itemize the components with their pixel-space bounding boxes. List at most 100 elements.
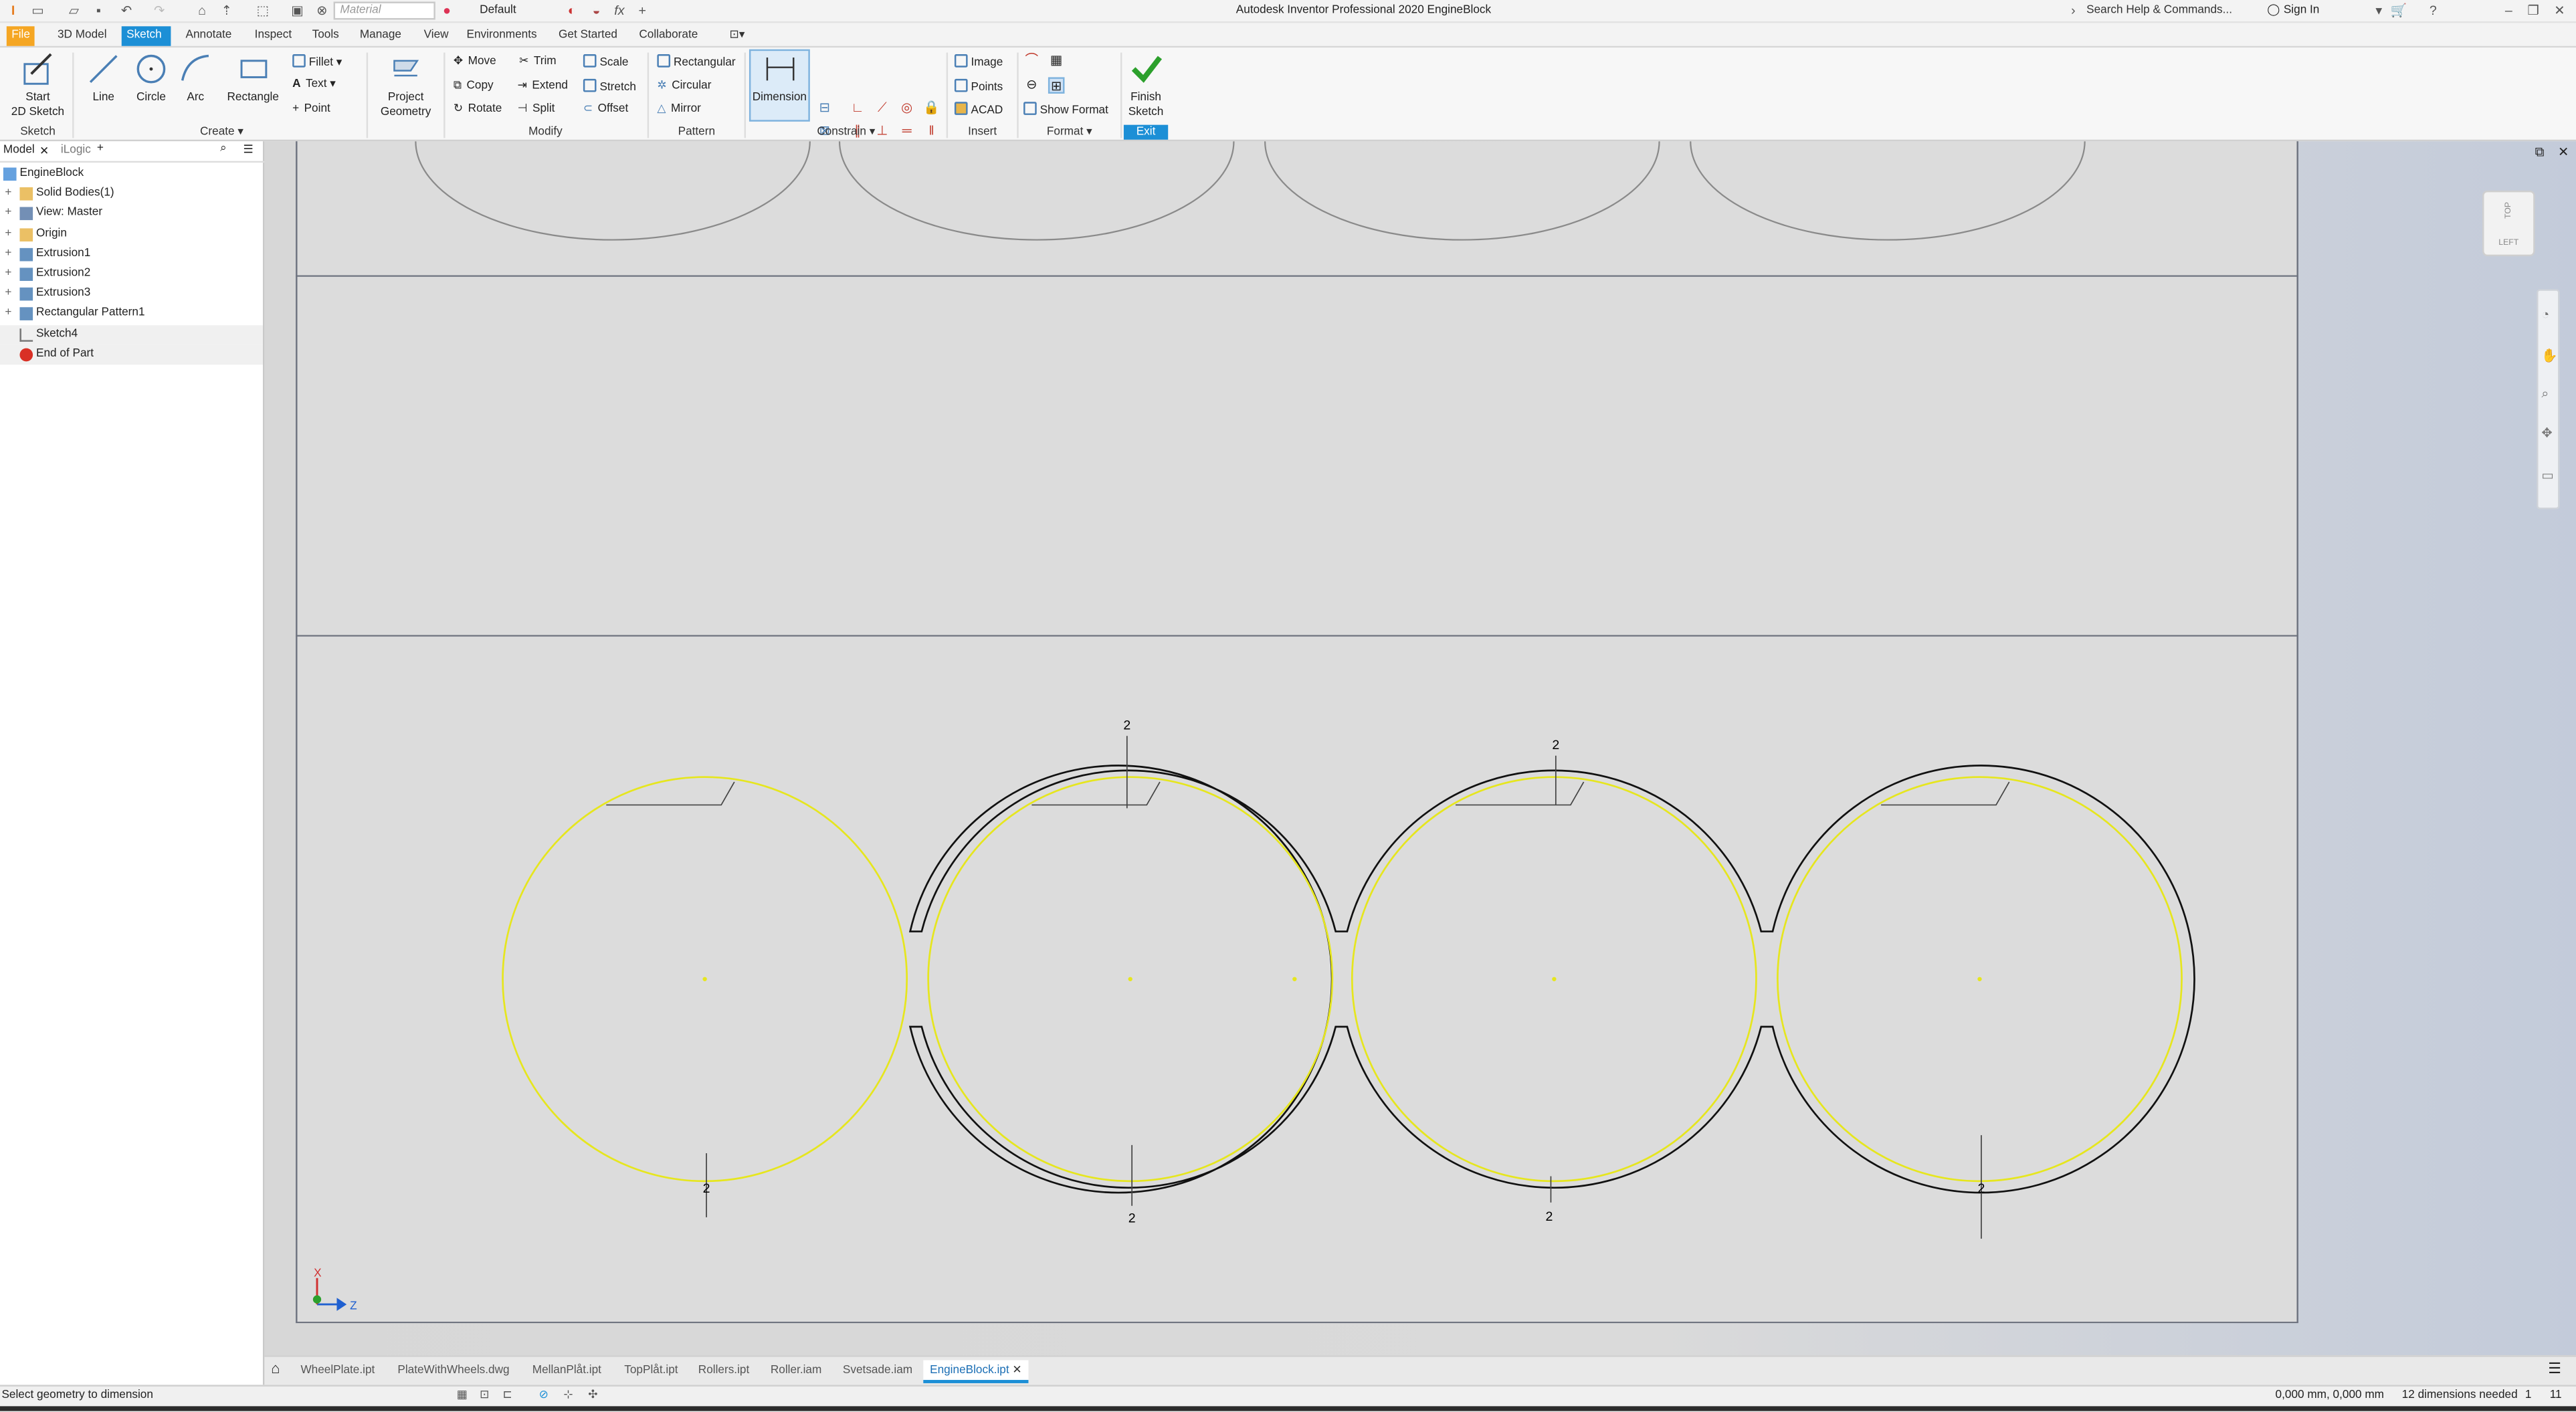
tab-tools[interactable]: Tools: [307, 26, 344, 45]
graphics-window[interactable]: 2 2 2 2 2 2 X Z TOP LEFT ⧉ ✕ ◔ ✋ ⌕ ✥ ▭: [264, 141, 2576, 1356]
clear-icon[interactable]: ⊗: [314, 3, 330, 18]
group-label-format[interactable]: Format ▾: [1022, 125, 1117, 140]
steering-wheel-icon[interactable]: ◔: [2541, 307, 2549, 322]
tree-item[interactable]: + Extrusion3: [0, 284, 263, 304]
add-tab-icon[interactable]: +: [97, 143, 104, 155]
measure-icon[interactable]: ▣: [289, 3, 306, 18]
fillet-button[interactable]: Fillet ▾: [292, 54, 342, 71]
grid-icon[interactable]: ▦: [457, 1387, 468, 1406]
persist-icon[interactable]: ⊹: [563, 1387, 573, 1406]
tab-view[interactable]: View: [419, 26, 454, 45]
close-icon[interactable]: ✕: [2551, 3, 2568, 18]
snap-icon[interactable]: ⊡: [480, 1387, 489, 1406]
parameters-icon[interactable]: fx: [611, 3, 628, 18]
close-icon[interactable]: ✕: [39, 144, 49, 158]
doc-tab-active[interactable]: EngineBlock.ipt ✕: [923, 1360, 1029, 1383]
search-input[interactable]: Search Help & Commands...: [2073, 1, 2250, 19]
chevron-down-icon[interactable]: ▾: [2371, 3, 2387, 18]
start-2d-sketch-button[interactable]: Start 2D Sketch: [10, 51, 66, 120]
doc-tab[interactable]: WheelPlate.ipt: [294, 1360, 382, 1383]
expand-icon[interactable]: +: [5, 244, 11, 264]
points-button[interactable]: Points: [954, 78, 1003, 96]
doc-tab[interactable]: Svetsade.iam: [836, 1360, 919, 1383]
dimension-button[interactable]: Dimension: [749, 49, 810, 122]
tree-item[interactable]: + Solid Bodies(1): [0, 185, 263, 204]
zoom-icon[interactable]: ⌕: [2541, 386, 2549, 403]
rectangle-button[interactable]: Rectangle: [223, 51, 282, 105]
tab-manage[interactable]: Manage: [355, 26, 406, 45]
cart-icon[interactable]: 🛒: [2390, 3, 2407, 18]
tab-annotate[interactable]: Annotate: [181, 26, 237, 45]
image-button[interactable]: Image: [954, 54, 1003, 71]
tab-inspect[interactable]: Inspect: [250, 26, 296, 45]
tree-item[interactable]: + Extrusion1: [0, 244, 263, 264]
expand-icon[interactable]: +: [5, 185, 11, 204]
doc-tab[interactable]: Roller.iam: [764, 1360, 828, 1383]
constraint-inference-icon[interactable]: ⊘: [539, 1387, 549, 1406]
doc-tab[interactable]: PlateWithWheels.dwg: [391, 1360, 516, 1383]
minimize-icon[interactable]: –: [2500, 3, 2517, 18]
expand-icon[interactable]: +: [5, 264, 11, 284]
home-icon[interactable]: ⌂: [271, 1360, 280, 1377]
tree-item[interactable]: End of Part: [0, 344, 263, 365]
undo-icon[interactable]: ↶: [118, 3, 135, 18]
tab-overflow-icon[interactable]: ⊡▾: [724, 26, 750, 45]
material-dropdown[interactable]: Material: [333, 1, 435, 20]
tree-item[interactable]: + Extrusion2: [0, 264, 263, 284]
update-icon[interactable]: ⇡: [219, 3, 235, 18]
tree-item[interactable]: + Rectangular Pattern1: [0, 304, 263, 324]
scale-button[interactable]: Scale: [583, 54, 628, 71]
split-button[interactable]: ⊣ Split: [518, 102, 555, 116]
finish-sketch-button[interactable]: Finish Sketch: [1124, 51, 1168, 120]
close-tab-icon[interactable]: ✕: [1012, 1365, 1021, 1377]
rotate-button[interactable]: ↻ Rotate: [454, 102, 502, 116]
doc-tab[interactable]: Rollers.ipt: [692, 1360, 756, 1383]
look-at-icon[interactable]: ▭: [2541, 468, 2554, 483]
driven-dimension-icon[interactable]: ⊞: [1048, 77, 1065, 94]
tree-item[interactable]: EngineBlock: [0, 165, 263, 184]
center-point-icon[interactable]: ⊖: [1023, 77, 1040, 94]
stretch-button[interactable]: Stretch: [583, 78, 636, 96]
show-format-button[interactable]: Show Format: [1023, 102, 1108, 118]
extend-button[interactable]: ⇥ Extend: [518, 79, 568, 94]
viewcube-top-face[interactable]: TOP: [2504, 186, 2514, 235]
expand-icon[interactable]: +: [5, 205, 11, 224]
tab-file[interactable]: File: [6, 26, 35, 46]
tree-item[interactable]: Sketch4: [0, 324, 263, 344]
redo-icon[interactable]: ↷: [151, 3, 168, 18]
coincident-icon[interactable]: ∟: [850, 100, 866, 117]
group-label-constrain[interactable]: Constrain ▾: [749, 125, 943, 140]
tab-sketch[interactable]: Sketch: [121, 26, 171, 46]
appearance-dropdown[interactable]: Default: [462, 1, 557, 19]
menu-icon[interactable]: ☰: [243, 143, 253, 156]
line-button[interactable]: Line: [82, 51, 125, 105]
project-geometry-button[interactable]: Project Geometry: [375, 51, 437, 120]
expand-icon[interactable]: +: [5, 304, 11, 324]
tab-environments[interactable]: Environments: [462, 26, 542, 45]
rectangular-pattern-button[interactable]: Rectangular: [657, 54, 736, 71]
viewcube-left-face[interactable]: LEFT: [2484, 238, 2533, 248]
appearance-icon[interactable]: ●: [439, 3, 456, 18]
construction-icon[interactable]: ⌒: [1023, 53, 1040, 70]
inventor-logo-icon[interactable]: I: [5, 3, 21, 18]
tab-get-started[interactable]: Get Started: [554, 26, 623, 45]
arc-button[interactable]: Arc: [176, 51, 215, 105]
mirror-button[interactable]: △ Mirror: [657, 102, 701, 116]
tab-3d-model[interactable]: 3D Model: [53, 26, 112, 45]
adjust-icon[interactable]: ◐: [563, 3, 580, 18]
ortho-icon[interactable]: ⊏: [503, 1387, 512, 1406]
circular-pattern-button[interactable]: ✲ Circular: [657, 79, 711, 94]
group-label-create[interactable]: Create ▾: [82, 125, 362, 140]
auto-dimension-icon[interactable]: ⊟: [817, 100, 833, 117]
text-button[interactable]: A Text ▾: [292, 77, 336, 92]
doc-tab[interactable]: MellanPlåt.ipt: [526, 1360, 608, 1383]
search-icon[interactable]: ⌕: [220, 143, 227, 157]
restore-icon[interactable]: ❐: [2525, 3, 2542, 18]
tab-model[interactable]: Model: [3, 144, 35, 156]
copy-button[interactable]: ⧉ Copy: [454, 79, 494, 94]
tree-item[interactable]: + View: Master: [0, 205, 263, 224]
offset-button[interactable]: ⊂ Offset: [583, 102, 628, 116]
orbit-icon[interactable]: ✥: [2541, 425, 2552, 440]
sketch-canvas[interactable]: 2 2 2 2 2 2 X Z: [264, 141, 2576, 1355]
sign-in-button[interactable]: ◯ Sign In: [2267, 1, 2365, 19]
